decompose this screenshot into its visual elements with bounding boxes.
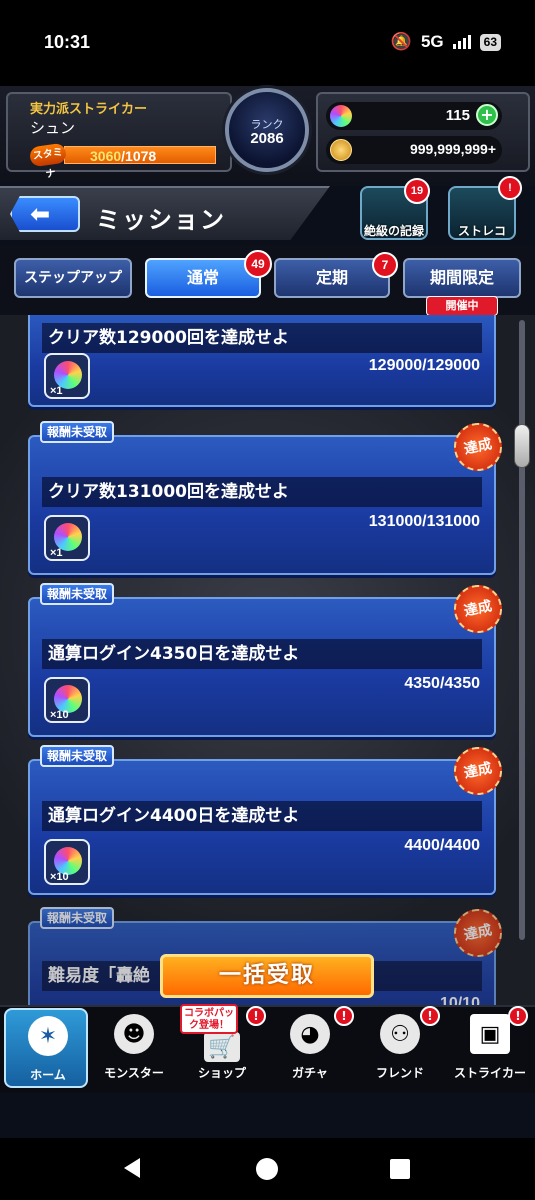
tab-limited-tag: 開催中 bbox=[426, 296, 498, 316]
cart-icon: 🛒 bbox=[204, 1032, 240, 1062]
tab-stepup[interactable]: ステップアップ bbox=[14, 258, 132, 298]
nav-label: フレンド bbox=[375, 1066, 424, 1080]
mission-progress: 4400/4400 bbox=[404, 837, 480, 854]
record-label: 絶級の記録 bbox=[363, 224, 424, 238]
nav-label: ストライカー bbox=[453, 1066, 526, 1080]
gacha-badge: ! bbox=[334, 1006, 354, 1026]
nav-label: ガチャ bbox=[292, 1066, 328, 1080]
mission-progress: 131000/131000 bbox=[368, 513, 480, 530]
tab-limited[interactable]: 期間限定 bbox=[403, 258, 521, 298]
scrollbar-thumb[interactable] bbox=[514, 424, 530, 468]
gacha-egg-icon: ◕ bbox=[290, 1014, 330, 1054]
reward-qty: ×10 bbox=[50, 871, 69, 883]
strecord-badge: ! bbox=[498, 176, 522, 200]
status-time: 10:31 bbox=[44, 32, 91, 52]
gold-coin-icon bbox=[330, 139, 352, 161]
app-screen: 10:31 🔕 5G 63 実力派ストライカー シュン スタミナ 3060/10… bbox=[0, 0, 535, 1200]
reward-qty: ×1 bbox=[50, 547, 63, 559]
reward-icon: ×1 bbox=[44, 353, 90, 399]
player-name: シュン bbox=[30, 119, 76, 137]
mission-card[interactable]: 報酬未受取 達成 通算ログイン4400日を達成せよ 4400/4400 ×10 bbox=[28, 742, 507, 895]
status-icons: 🔕 5G 63 bbox=[391, 32, 501, 52]
reward-qty: ×10 bbox=[50, 709, 69, 721]
stamina-value: 3060/1078 bbox=[90, 148, 156, 164]
mission-progress: 4350/4350 bbox=[404, 675, 480, 692]
player-title: 実力派ストライカー bbox=[30, 102, 148, 117]
orb-count: 115 bbox=[445, 107, 470, 124]
tab-normal-badge: 49 bbox=[244, 250, 272, 278]
unclaimed-tag: 報酬未受取 bbox=[40, 583, 115, 605]
mission-card[interactable]: クリア数129000回を達成せよ 129000/129000 ×1 bbox=[28, 315, 496, 407]
stamina-max: /1078 bbox=[121, 148, 157, 164]
scrollbar-track bbox=[519, 320, 525, 940]
claim-all-button[interactable]: 一括受取 bbox=[160, 954, 374, 998]
shop-badge: ! bbox=[246, 1006, 266, 1026]
page-title: ミッション bbox=[96, 206, 226, 234]
striker-badge: ! bbox=[508, 1006, 528, 1026]
tab-periodic-badge: 7 bbox=[372, 252, 398, 278]
friends-icon: ⚇ bbox=[380, 1014, 420, 1054]
reward-icon: ×10 bbox=[44, 839, 90, 885]
friend-badge: ! bbox=[420, 1006, 440, 1026]
completed-stamp: 達成 bbox=[449, 742, 507, 800]
nav-label: ホーム bbox=[30, 1068, 66, 1082]
strecord-label: ストレコ bbox=[457, 224, 506, 238]
nav-home[interactable]: ✶ ホーム bbox=[4, 1008, 88, 1088]
reward-icon: ×1 bbox=[44, 515, 90, 561]
orb-icon bbox=[330, 105, 352, 127]
system-home-icon[interactable] bbox=[256, 1158, 278, 1180]
add-orbs-button[interactable]: + bbox=[476, 104, 498, 126]
back-arrow-icon: ⬅ bbox=[30, 200, 51, 228]
mission-card[interactable]: 報酬未受取 達成 クリア数131000回を達成せよ 131000/131000 … bbox=[28, 418, 507, 575]
mission-progress: 129000/129000 bbox=[368, 357, 480, 374]
mission-list[interactable]: クリア数129000回を達成せよ 129000/129000 ×1 報酬未受取 … bbox=[0, 315, 535, 1005]
system-back-icon[interactable] bbox=[124, 1158, 140, 1178]
record-badge: 19 bbox=[404, 178, 430, 204]
mission-title: 通算ログイン4400日を達成せよ bbox=[42, 801, 482, 831]
signal-icon bbox=[452, 35, 471, 49]
gold-count: 999,999,999+ bbox=[409, 141, 496, 157]
mission-title: クリア数131000回を達成せよ bbox=[42, 477, 482, 507]
nav-label: モンスター bbox=[104, 1066, 164, 1080]
mission-card[interactable]: 報酬未受取 達成 通算ログイン4350日を達成せよ 4350/4350 ×10 bbox=[28, 580, 507, 737]
striker-card-icon: ▣ bbox=[470, 1014, 510, 1054]
completed-stamp: 達成 bbox=[449, 904, 507, 962]
monster-icon: ☻ bbox=[114, 1014, 154, 1054]
reward-qty: ×1 bbox=[50, 385, 63, 397]
unclaimed-tag: 報酬未受取 bbox=[40, 421, 115, 443]
collab-pack-tag: コラボパック登場！ bbox=[180, 1004, 238, 1034]
reward-icon: ×10 bbox=[44, 677, 90, 723]
network-label: 5G bbox=[420, 32, 444, 51]
system-recents-icon[interactable] bbox=[390, 1159, 410, 1179]
mission-progress: 10/10 bbox=[439, 995, 480, 1005]
mute-icon: 🔕 bbox=[390, 32, 412, 51]
mission-title: 通算ログイン4350日を達成せよ bbox=[42, 639, 482, 669]
stamina-current: 3060 bbox=[90, 148, 122, 164]
battery-icon: 63 bbox=[479, 33, 501, 51]
nav-label: ショップ bbox=[197, 1066, 246, 1080]
unclaimed-tag: 報酬未受取 bbox=[40, 907, 115, 929]
rank-value: 2086 bbox=[250, 130, 284, 147]
home-icon: ✶ bbox=[28, 1016, 68, 1056]
mission-title: クリア数129000回を達成せよ bbox=[42, 323, 482, 353]
completed-stamp: 達成 bbox=[449, 418, 507, 476]
completed-stamp: 達成 bbox=[449, 580, 507, 638]
nav-monster[interactable]: ☻ モンスター bbox=[92, 1008, 176, 1088]
unclaimed-tag: 報酬未受取 bbox=[40, 745, 115, 767]
